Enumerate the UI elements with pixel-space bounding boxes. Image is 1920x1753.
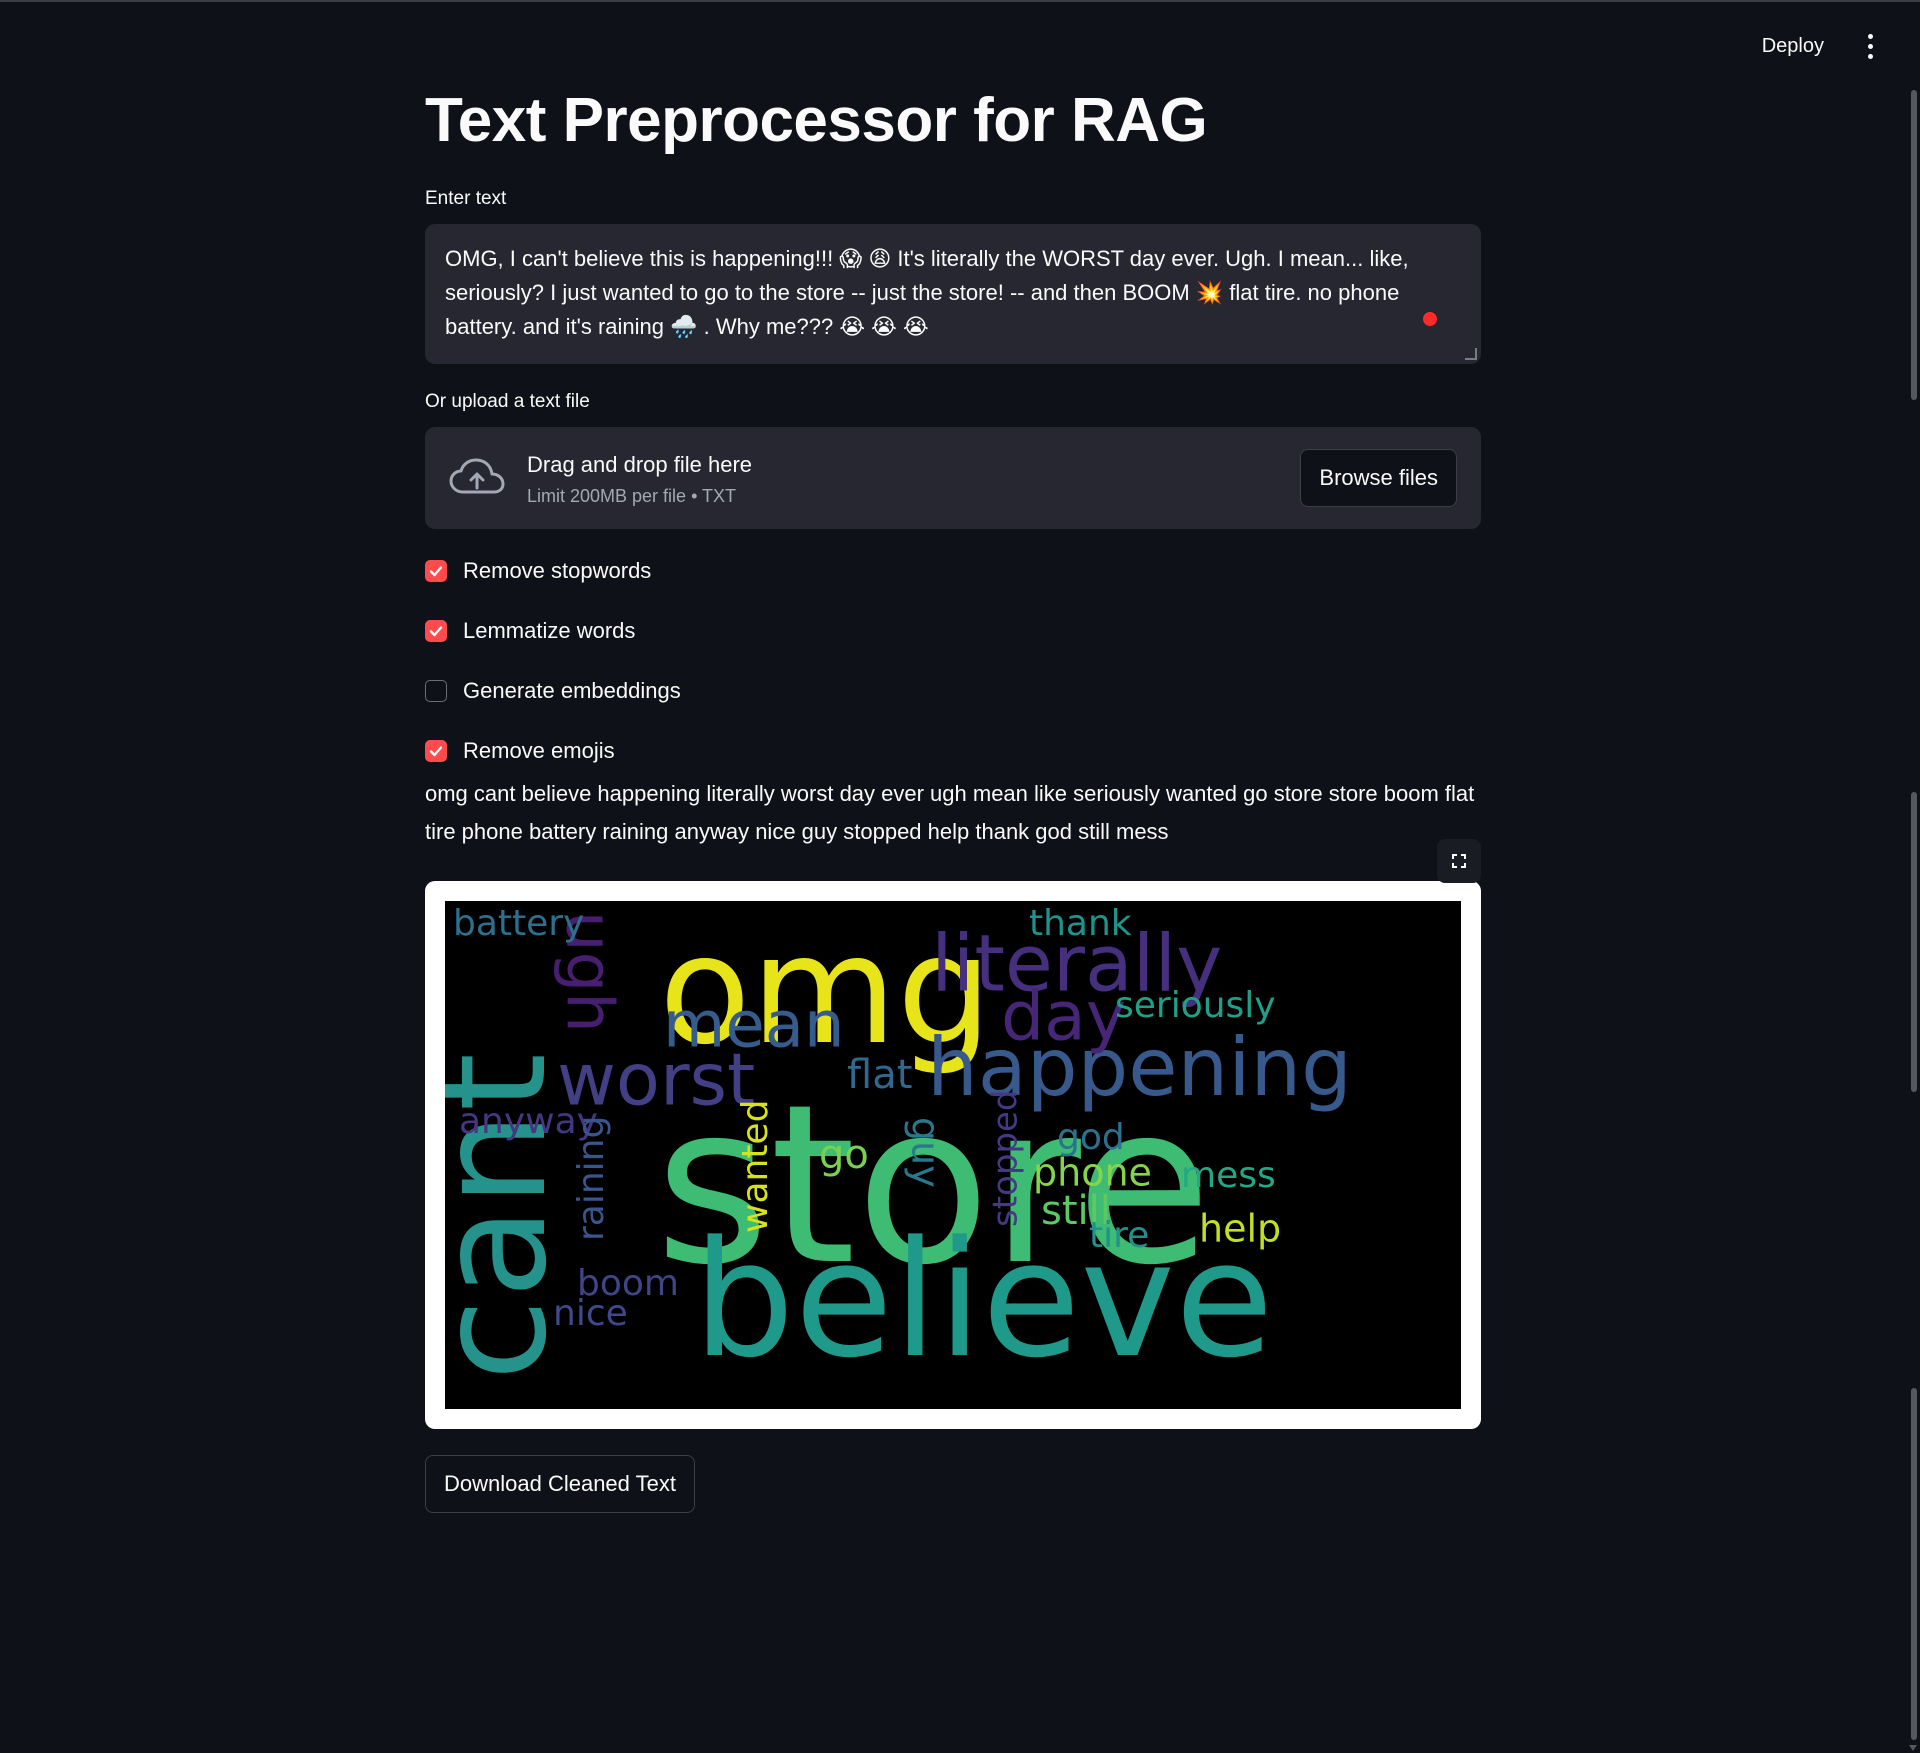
- options-list: Remove stopwords Lemmatize words Generate …: [425, 555, 1481, 767]
- expand-icon[interactable]: [1437, 839, 1481, 883]
- top-border: [0, 0, 1920, 2]
- wordcloud-image-frame: store believe cant omg literally happening wor…: [425, 881, 1481, 1429]
- wordcloud-word: guy: [904, 1117, 948, 1188]
- wordcloud-word: nice: [553, 1293, 628, 1334]
- wordcloud-word: seriously: [1115, 985, 1276, 1026]
- vertical-dots-icon[interactable]: [1860, 28, 1880, 64]
- scrollbar-thumb-1[interactable]: [1911, 90, 1917, 400]
- wordcloud-word: believe: [693, 1206, 1273, 1393]
- wordcloud-word: help: [1199, 1207, 1281, 1251]
- option-label: Remove emojis: [463, 738, 615, 763]
- wordcloud-word: day: [1001, 978, 1126, 1057]
- wordcloud-word: tire: [1089, 1215, 1149, 1256]
- app-window: Deploy Text Preprocessor for RAG Enter t…: [0, 0, 1920, 1753]
- cleaned-text-output: omg cant believe happening literally wor…: [425, 781, 1475, 844]
- wordcloud-word: flat: [847, 1052, 912, 1098]
- scrollbar-thumb-3[interactable]: [1911, 1388, 1917, 1740]
- checkbox-checked-icon[interactable]: [425, 560, 447, 582]
- header-actions: Deploy: [1754, 28, 1880, 64]
- browse-files-button[interactable]: Browse files: [1300, 449, 1457, 507]
- wordcloud-word: battery: [453, 903, 584, 944]
- wordcloud-image: storebelievecantomgliterallyhappeningwor…: [445, 901, 1461, 1409]
- scrollbar-thumb-2[interactable]: [1911, 792, 1917, 1092]
- page-title: Text Preprocessor for RAG: [425, 86, 1208, 155]
- wordcloud-word: wanted: [735, 1100, 776, 1233]
- checkbox-checked-icon[interactable]: [425, 620, 447, 642]
- cloud-upload-icon: [449, 458, 505, 494]
- resize-handle-icon[interactable]: [1465, 348, 1477, 360]
- uploader-title: Drag and drop file here: [527, 451, 753, 477]
- wordcloud-word: go: [819, 1132, 869, 1178]
- wordcloud-word: thank: [1029, 903, 1132, 944]
- wordcloud-word: stopped: [986, 1089, 1026, 1227]
- uploader-limit: Limit 200MB per file • TXT: [527, 485, 737, 506]
- scrollbar[interactable]: [1906, 80, 1920, 1753]
- text-input-value[interactable]: OMG, I can't believe this is happening!!…: [445, 242, 1461, 344]
- file-uploader-dropzone[interactable]: Drag and drop file here Limit 200MB per …: [425, 427, 1481, 529]
- recording-dot-icon: [1423, 312, 1437, 326]
- checkbox-unchecked-icon[interactable]: [425, 680, 447, 702]
- wordcloud-word: mess: [1181, 1155, 1276, 1196]
- wordcloud-word: mean: [663, 989, 845, 1063]
- uploader-label: Or upload a text file: [425, 391, 590, 412]
- option-label: Lemmatize words: [463, 618, 636, 643]
- option-checkbox-row[interactable]: Remove stopwords: [425, 555, 1481, 587]
- option-label: Generate embeddings: [463, 678, 681, 703]
- option-checkbox-row[interactable]: Lemmatize words: [425, 615, 1481, 647]
- wordcloud-word: raining: [571, 1116, 612, 1241]
- scroll-down-arrow-icon[interactable]: [1909, 1745, 1917, 1751]
- text-input-area[interactable]: OMG, I can't believe this is happening!!…: [425, 224, 1481, 364]
- deploy-button[interactable]: Deploy: [1754, 29, 1832, 64]
- text-input-label: Enter text: [425, 188, 507, 209]
- download-cleaned-text-button[interactable]: Download Cleaned Text: [425, 1455, 695, 1513]
- uploader-text: Drag and drop file here Limit 200MB per …: [527, 450, 1300, 507]
- main-content: Text Preprocessor for RAG Enter text OMG…: [425, 80, 1481, 1513]
- option-label: Remove stopwords: [463, 558, 652, 583]
- checkbox-checked-icon[interactable]: [425, 740, 447, 762]
- option-checkbox-row[interactable]: Remove emojis: [425, 735, 1481, 767]
- option-checkbox-row[interactable]: Generate embeddings: [425, 675, 1481, 707]
